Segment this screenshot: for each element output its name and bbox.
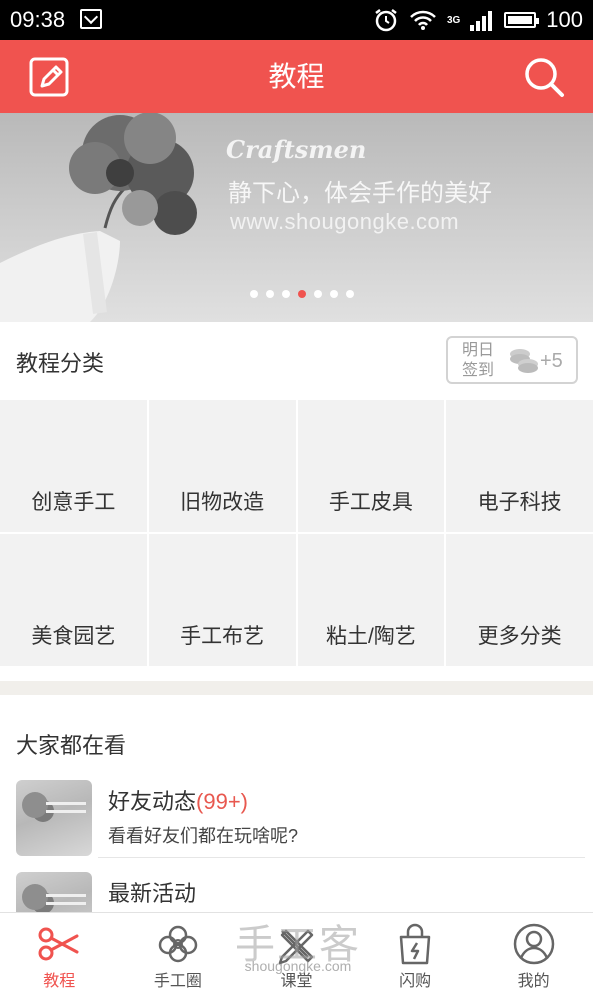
banner-carousel[interactable]: Craftsmen 静下心，体会手作的美好 www.shougongke.com (0, 113, 593, 322)
category-electronics[interactable]: 电子科技 (446, 400, 593, 532)
nav-label: 闪购 (399, 973, 432, 988)
list-divider (98, 857, 585, 858)
network-type: 3G (446, 14, 461, 26)
category-grid: 创意手工 旧物改造 手工皮具 电子科技 美食园艺 手工布艺 粘土/陶艺 更多分类 (0, 400, 593, 666)
nav-item-profile[interactable]: 我的 (474, 913, 593, 988)
category-label: 手工皮具 (328, 491, 413, 514)
battery-level: 100 (546, 7, 583, 32)
user-icon (513, 923, 554, 965)
bottom-nav: 教程 手工圈 课堂 闪购 我的 (0, 912, 593, 988)
carousel-dot[interactable] (282, 290, 290, 298)
category-label: 电子科技 (477, 491, 562, 514)
category-food-garden[interactable]: 美食园艺 (0, 534, 147, 666)
checkin-button[interactable]: 明日签到 +5 (446, 336, 578, 384)
scissors-icon (38, 927, 79, 961)
status-indicators: 3G 100 (373, 6, 583, 34)
nav-item-craft-circle[interactable]: 手工圈 (119, 913, 238, 988)
page-title: 教程 (268, 61, 325, 92)
list-item-description: 看看好友们都在玩啥呢? (108, 826, 299, 846)
shopping-bag-icon (399, 923, 431, 965)
nav-label: 课堂 (280, 973, 313, 988)
carousel-dot[interactable] (330, 290, 338, 298)
nav-item-tutorials[interactable]: 教程 (0, 913, 119, 988)
category-upcycle[interactable]: 旧物改造 (148, 400, 296, 532)
category-leather[interactable]: 手工皮具 (297, 400, 445, 532)
carousel-dot[interactable] (346, 290, 354, 298)
nav-label: 我的 (517, 973, 550, 988)
category-label: 粘土/陶艺 (325, 625, 416, 648)
thumbnail-image (16, 780, 92, 856)
nav-label: 手工圈 (153, 973, 202, 988)
friend-feed-count-badge: (99+) (196, 789, 248, 814)
wifi-icon (410, 10, 436, 30)
category-section-title: 教程分类 (16, 351, 105, 376)
flower-icon (158, 925, 198, 963)
app-bar: 教程 (0, 40, 593, 113)
status-time: 09:38 (10, 7, 66, 32)
nav-label: 教程 (43, 973, 76, 988)
banner-brand: Craftsmen (226, 135, 367, 164)
mail-notification-icon (80, 9, 102, 29)
alarm-icon (375, 9, 397, 32)
edit-icon[interactable] (28, 56, 72, 100)
banner-slogan: 静下心，体会手作的美好 (228, 180, 492, 207)
carousel-dot[interactable] (314, 290, 322, 298)
carousel-indicator (250, 290, 354, 298)
search-icon[interactable] (521, 54, 567, 100)
battery-icon (504, 12, 540, 28)
section-divider (0, 681, 593, 695)
category-clay-pottery[interactable]: 粘土/陶艺 (297, 534, 445, 666)
category-creative[interactable]: 创意手工 (0, 400, 147, 532)
checkin-bonus: +5 (540, 350, 563, 372)
category-more[interactable]: 更多分类 (446, 534, 593, 666)
nav-item-classroom[interactable]: 课堂 (237, 913, 356, 988)
category-label: 美食园艺 (31, 625, 116, 648)
category-label: 更多分类 (477, 625, 562, 648)
banner-url: www.shougongke.com (230, 209, 460, 234)
category-label: 创意手工 (31, 491, 116, 514)
list-item-friend-feed[interactable]: 好友动态(99+) 看看好友们都在玩啥呢? (0, 780, 593, 870)
popular-section-title: 大家都在看 (16, 733, 127, 758)
category-header: 教程分类 明日签到 +5 (0, 322, 593, 400)
checkin-label: 明日签到 (462, 342, 495, 379)
category-label: 手工布艺 (180, 625, 265, 648)
coin-stack-icon (510, 349, 538, 373)
category-fabric[interactable]: 手工布艺 (148, 534, 296, 666)
carousel-dot[interactable] (250, 290, 258, 298)
list-item-title: 好友动态(99+) (108, 789, 248, 814)
nav-item-flash-sale[interactable]: 闪购 (356, 913, 475, 988)
carousel-dot[interactable] (266, 290, 274, 298)
pencil-ruler-icon (279, 929, 314, 965)
list-item-title: 最新活动 (108, 881, 197, 906)
category-label: 旧物改造 (180, 491, 265, 514)
carousel-dot[interactable] (298, 290, 306, 298)
status-bar: 09:38 3G 100 (0, 0, 593, 40)
signal-icon (470, 11, 493, 31)
